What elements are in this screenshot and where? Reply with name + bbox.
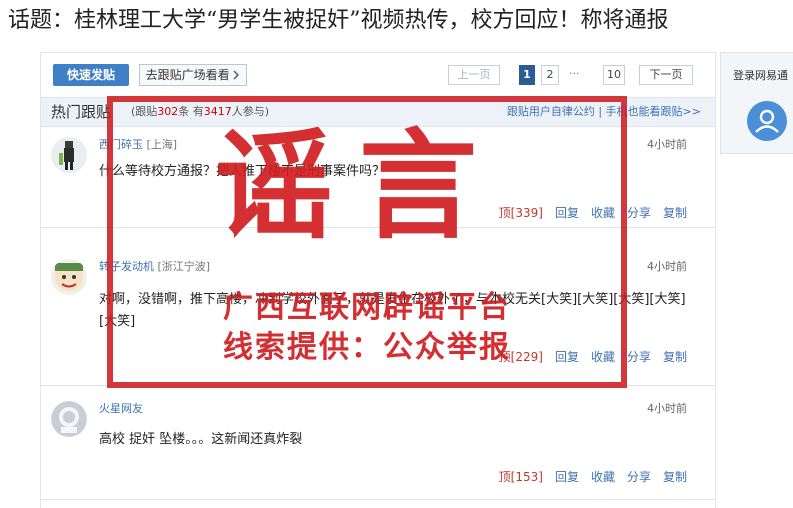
pager-ellipsis: ··· xyxy=(569,67,580,80)
copy-button[interactable]: 复制 xyxy=(663,350,687,364)
avatar[interactable] xyxy=(51,259,87,295)
avatar[interactable] xyxy=(51,401,87,437)
login-sidebar: 登录网易通 xyxy=(720,52,793,154)
copy-button[interactable]: 复制 xyxy=(663,470,687,484)
reply-button[interactable]: 回复 xyxy=(555,470,579,484)
comment-actions: 顶[153] 回复 收藏 分享 复制 xyxy=(487,469,687,485)
username[interactable]: 火星网友 xyxy=(99,401,143,417)
next-page-button[interactable]: 下一页 xyxy=(639,65,693,85)
username[interactable]: 西门碎玉 [上海] xyxy=(99,137,177,153)
post-time: 4小时前 xyxy=(647,260,687,273)
share-button[interactable]: 分享 xyxy=(627,206,651,220)
post-time: 4小时前 xyxy=(647,138,687,151)
reply-button[interactable]: 回复 xyxy=(555,350,579,364)
topic-headline: 话题：桂林理工大学“男学生被捉奸”视频热传，校方回应！称将通报 xyxy=(8,8,669,33)
like-button[interactable]: 顶[153] xyxy=(499,470,543,484)
user-icon[interactable] xyxy=(747,101,787,141)
stats-mid: 条 有 xyxy=(178,105,204,118)
comment-toolbar: 快速发贴 去跟贴广场看看 上一页 1 2 ··· 10 下一页 xyxy=(41,53,715,97)
comment-text: 什么等待校方通报？把人推下楼不是刑事案件吗？ xyxy=(99,164,386,179)
favorite-button[interactable]: 收藏 xyxy=(591,206,615,220)
comment-actions: 顶[229] 回复 收藏 分享 复制 xyxy=(487,349,687,365)
comment-count: 302 xyxy=(157,105,179,118)
stats-prefix: 跟贴 xyxy=(135,105,158,118)
comment-item: 火星网友 4小时前 高校 捉奸 坠楼。。。这新闻还真炸裂 顶[153] 回复 收藏分… xyxy=(41,391,715,500)
user-location: [上海] xyxy=(146,138,178,151)
hot-comments-title: 热门跟贴 xyxy=(51,103,112,121)
page-10-button[interactable]: 10 xyxy=(603,65,625,85)
stats-suffix: 人参与 xyxy=(231,105,265,118)
comment-plaza-button[interactable]: 去跟贴广场看看 xyxy=(139,64,247,86)
share-button[interactable]: 分享 xyxy=(627,350,651,364)
username-text[interactable]: 西门碎玉 xyxy=(99,138,143,151)
participant-count: 3417 xyxy=(203,105,232,118)
favorite-button[interactable]: 收藏 xyxy=(591,350,615,364)
prev-page-button[interactable]: 上一页 xyxy=(448,65,500,85)
comment-text: 高校 捉奸 坠楼。。。这新闻还真炸裂 xyxy=(99,432,303,447)
comment-item: 西门碎玉 [上海] 4小时前 什么等待校方通报？把人推下楼不是刑事案件吗？ 顶[… xyxy=(41,127,715,228)
comment-text: 对啊，没错啊，推下高楼，冲到学校外面了，就是发生在校外了，与本校无关[大笑][大… xyxy=(99,292,686,329)
username-text[interactable]: 转子发动机 xyxy=(99,260,154,273)
username-text[interactable]: 火星网友 xyxy=(99,402,143,415)
rules-and-mobile-links[interactable]: 跟贴用户自律公约 | 手机也能看跟贴>> xyxy=(507,104,701,120)
chevron-right-icon xyxy=(233,68,240,82)
comment-item: 转子发动机 [浙江宁波] 4小时前 对啊，没错啊，推下高楼，冲到学校外面了，就是… xyxy=(41,249,715,386)
comment-panel: 快速发贴 去跟贴广场看看 上一页 1 2 ··· 10 下一页 热门跟贴 (跟贴… xyxy=(40,52,716,508)
avatar[interactable] xyxy=(51,137,87,173)
username[interactable]: 转子发动机 [浙江宁波] xyxy=(99,259,210,275)
page-1-button[interactable]: 1 xyxy=(519,65,535,85)
page-2-button[interactable]: 2 xyxy=(541,65,559,85)
post-time: 4小时前 xyxy=(647,402,687,415)
like-button[interactable]: 顶[229] xyxy=(499,350,543,364)
share-button[interactable]: 分享 xyxy=(627,470,651,484)
reply-button[interactable]: 回复 xyxy=(555,206,579,220)
like-button[interactable]: 顶[339] xyxy=(499,206,543,220)
copy-button[interactable]: 复制 xyxy=(663,206,687,220)
user-location: [浙江宁波] xyxy=(157,260,211,273)
comment-actions: 顶[339] 回复 收藏 分享 复制 xyxy=(487,205,687,221)
favorite-button[interactable]: 收藏 xyxy=(591,470,615,484)
hot-comments-bar: 热门跟贴 (跟贴302条 有3417人参与) 跟贴用户自律公约 | 手机也能看跟… xyxy=(41,97,715,127)
quick-post-button[interactable]: 快速发贴 xyxy=(53,64,129,86)
comment-plaza-label: 去跟贴广场看看 xyxy=(145,68,230,82)
login-link[interactable]: 登录网易通 xyxy=(733,67,788,83)
comment-stats: (跟贴302条 有3417人参与) xyxy=(131,105,270,118)
